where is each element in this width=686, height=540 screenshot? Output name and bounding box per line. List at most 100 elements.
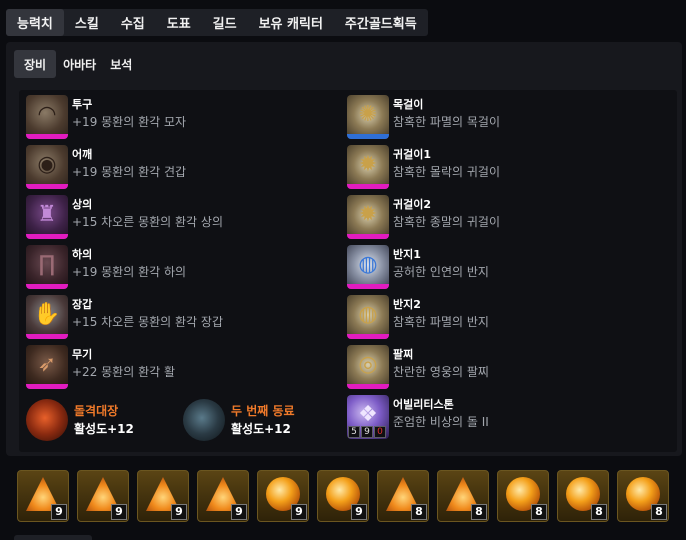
subtab-equipment[interactable]: 장비 — [14, 50, 57, 78]
acc-item-necklace[interactable]: ✺ 목걸이 참혹한 파멸의 목걸이 — [347, 95, 500, 141]
equip-slot-label: 하의 — [72, 248, 93, 261]
ring-icon: ◍ — [347, 245, 389, 289]
equip-slot-label: 어깨 — [72, 148, 93, 161]
gem-slot[interactable]: 9 — [77, 470, 129, 522]
gem-slot[interactable]: 9 — [257, 470, 309, 522]
acc-slot-label: 귀걸이1 — [393, 148, 432, 161]
acc-item-earring2[interactable]: ✹ 귀걸이2 참혹한 종말의 귀걸이 — [347, 195, 500, 241]
gem-level: 9 — [171, 504, 187, 520]
chest-armor-icon: ♜ — [26, 195, 68, 239]
gem-level: 9 — [351, 504, 367, 520]
equip-item-shoulder[interactable]: ◉ 어깨 +19 몽환의 환각 견갑 — [26, 145, 186, 191]
tab-collection[interactable]: 수집 — [110, 9, 156, 36]
subtab-gems[interactable]: 보석 — [103, 50, 139, 78]
ability-stone-points: 5 9 0 — [348, 426, 386, 438]
quality-bar — [347, 184, 389, 189]
equipment-grid: ◠ 투구 +19 몽환의 환각 모자 ◉ 어깨 +19 몽환의 환각 견갑 ♜ — [19, 90, 677, 452]
acc-slot-label: 팔찌 — [393, 348, 414, 361]
extra-title: 돌격대장 — [74, 404, 119, 418]
equip-item-name: +19 몽환의 환각 하의 — [72, 265, 187, 279]
acc-slot-label: 목걸이 — [393, 98, 424, 111]
quality-bar — [26, 334, 68, 339]
quality-bar — [26, 134, 68, 139]
acc-item-name: 준엄한 비상의 돌 II — [393, 415, 489, 429]
gem-row: 9 9 9 9 9 9 8 8 8 8 8 — [17, 470, 669, 522]
ability-stone-icon: ❖ 5 9 0 — [347, 395, 389, 439]
subtab-avatar[interactable]: 아바타 — [56, 50, 103, 78]
gem-slot[interactable]: 8 — [557, 470, 609, 522]
equipment-panel: 장비 아바타 보석 ◠ 투구 +19 몽환의 환각 모자 ◉ 어깨 +19 몽환… — [6, 42, 682, 456]
gem-slot[interactable]: 8 — [497, 470, 549, 522]
gem-level: 8 — [651, 504, 667, 520]
acc-item-ability-stone[interactable]: ❖ 5 9 0 어빌리티스톤 준엄한 비상의 돌 II — [347, 395, 489, 441]
helmet-icon: ◠ — [26, 95, 68, 139]
equip-item-pants[interactable]: ∏ 하의 +19 몽환의 환각 하의 — [26, 245, 186, 291]
tab-characters[interactable]: 보유 캐릭터 — [248, 9, 334, 36]
companion-icon — [183, 399, 225, 441]
quality-bar — [26, 284, 68, 289]
acc-item-name: 참혹한 파멸의 목걸이 — [393, 115, 500, 129]
equip-slot-label: 투구 — [72, 98, 93, 111]
quality-bar — [347, 384, 389, 389]
tab-weekly-gold[interactable]: 주간골드획득 — [334, 9, 428, 36]
acc-item-earring1[interactable]: ✹ 귀걸이1 참혹한 몰락의 귀걸이 — [347, 145, 500, 191]
quality-bar — [347, 334, 389, 339]
tab-skills[interactable]: 스킬 — [64, 9, 110, 36]
bottom-tab-edge — [14, 535, 92, 540]
necklace-icon: ✺ — [347, 95, 389, 139]
equip-slot-label: 무기 — [72, 348, 93, 361]
quality-bar — [347, 284, 389, 289]
gem-slot[interactable]: 9 — [197, 470, 249, 522]
quality-bar — [26, 184, 68, 189]
sub-tab-bar: 장비 아바타 보석 — [14, 50, 139, 78]
gem-slot[interactable]: 9 — [317, 470, 369, 522]
acc-item-ring1[interactable]: ◍ 반지1 공허한 인연의 반지 — [347, 245, 489, 291]
equip-slot-label: 장갑 — [72, 298, 93, 311]
gem-slot[interactable]: 8 — [617, 470, 669, 522]
quality-bar — [347, 134, 389, 139]
acc-item-ring2[interactable]: ◍ 반지2 참혹한 파멸의 반지 — [347, 295, 489, 341]
quality-bar — [26, 234, 68, 239]
tab-chart[interactable]: 도표 — [156, 9, 202, 36]
shoulder-icon: ◉ — [26, 145, 68, 189]
gem-level: 9 — [51, 504, 67, 520]
gem-level: 9 — [111, 504, 127, 520]
quality-bar — [347, 234, 389, 239]
bow-icon: ➶ — [26, 345, 68, 389]
equip-item-name: +22 몽환의 환각 활 — [72, 365, 176, 379]
gem-level: 9 — [291, 504, 307, 520]
equip-item-gloves[interactable]: ✋ 장갑 +15 차오른 몽환의 환각 장갑 — [26, 295, 223, 341]
ability-point: 9 — [361, 426, 373, 438]
equip-item-name: +15 차오른 몽환의 환각 장갑 — [72, 315, 223, 329]
extra-value: 활성도+12 — [74, 422, 134, 436]
acc-item-name: 찬란한 영웅의 팔찌 — [393, 365, 489, 379]
acc-slot-label: 귀걸이2 — [393, 198, 432, 211]
pants-icon: ∏ — [26, 245, 68, 289]
acc-item-bracelet[interactable]: ◎ 팔찌 찬란한 영웅의 팔찌 — [347, 345, 489, 391]
extra-assault-captain[interactable]: 돌격대장 활성도+12 — [26, 399, 134, 441]
acc-item-name: 참혹한 종말의 귀걸이 — [393, 215, 500, 229]
equip-item-name: +15 차오른 몽환의 환각 상의 — [72, 215, 223, 229]
acc-item-name: 참혹한 몰락의 귀걸이 — [393, 165, 500, 179]
gem-slot[interactable]: 9 — [17, 470, 69, 522]
tab-stats[interactable]: 능력치 — [6, 9, 64, 36]
tab-guild[interactable]: 길드 — [202, 9, 248, 36]
gem-level: 8 — [591, 504, 607, 520]
extra-title: 두 번째 동료 — [231, 404, 295, 418]
gem-level: 8 — [531, 504, 547, 520]
gem-slot[interactable]: 9 — [137, 470, 189, 522]
gem-slot[interactable]: 8 — [437, 470, 489, 522]
equip-item-weapon[interactable]: ➶ 무기 +22 몽환의 환각 활 — [26, 345, 175, 391]
acc-item-name: 참혹한 파멸의 반지 — [393, 315, 489, 329]
assault-captain-icon — [26, 399, 68, 441]
ability-point: 5 — [348, 426, 360, 438]
extra-companion[interactable]: 두 번째 동료 활성도+12 — [183, 399, 295, 441]
equip-item-chest[interactable]: ♜ 상의 +15 차오른 몽환의 환각 상의 — [26, 195, 223, 241]
ability-point: 0 — [374, 426, 386, 438]
equip-item-name: +19 몽환의 환각 모자 — [72, 115, 187, 129]
equip-item-name: +19 몽환의 환각 견갑 — [72, 165, 187, 179]
equip-item-helmet[interactable]: ◠ 투구 +19 몽환의 환각 모자 — [26, 95, 186, 141]
gem-slot[interactable]: 8 — [377, 470, 429, 522]
earring-icon: ✹ — [347, 145, 389, 189]
acc-slot-label: 어빌리티스톤 — [393, 398, 454, 411]
